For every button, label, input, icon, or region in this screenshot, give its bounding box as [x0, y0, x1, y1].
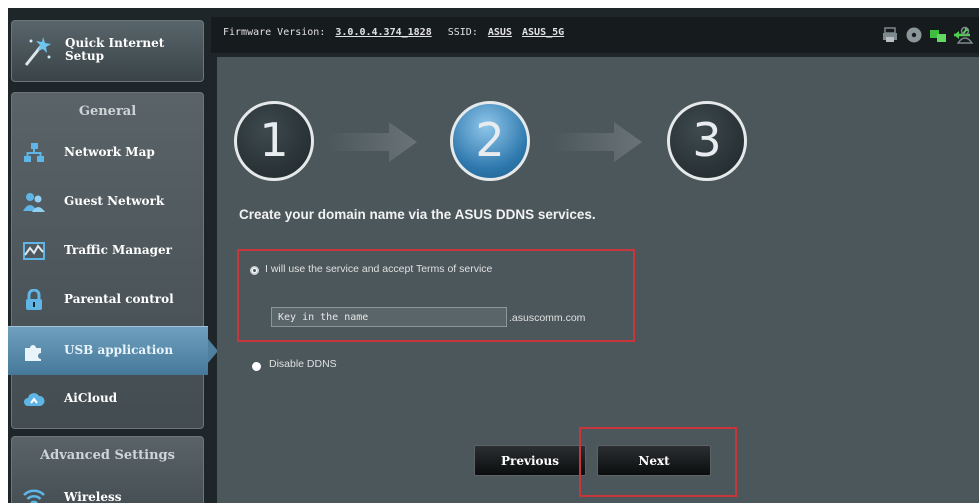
accept-service-label[interactable]: I will use the service and accept Terms …	[265, 263, 492, 275]
sidebar-item-label: AiCloud	[64, 391, 118, 405]
firmware-version-link[interactable]: 3.0.0.4.374_1828	[335, 27, 431, 38]
ssid-5g-link[interactable]: ASUS_5G	[522, 27, 564, 38]
printer-icon[interactable]	[881, 26, 899, 44]
general-section-header: General	[78, 104, 137, 119]
firmware-label: Firmware Version:	[223, 27, 326, 38]
firmware-ssid-info: Firmware Version: 3.0.0.4.374_1828 SSID:…	[223, 27, 564, 38]
step-arrow-icon	[327, 122, 417, 162]
sidebar-item-guest-network[interactable]: Guest Network	[8, 178, 208, 227]
user-account-icon[interactable]	[957, 26, 973, 44]
disable-ddns-radio[interactable]	[252, 362, 261, 371]
disable-ddns-label[interactable]: Disable DDNS	[269, 358, 337, 370]
step-2-indicator-active: 2	[450, 101, 530, 181]
guest-network-icon	[23, 193, 45, 212]
top-status-bar: Firmware Version: 3.0.0.4.374_1828 SSID:…	[211, 17, 979, 53]
sidebar-item-aicloud[interactable]: AiCloud	[8, 375, 208, 424]
quick-setup-label-line2: Setup	[65, 49, 104, 63]
accept-service-radio[interactable]	[250, 266, 259, 275]
ddns-hostname-input[interactable]	[271, 307, 507, 327]
domain-suffix: .asuscomm.com	[509, 312, 586, 324]
sidebar-item-label: Traffic Manager	[64, 243, 172, 257]
step-arrow-icon	[552, 122, 642, 162]
ssid-2g-link[interactable]: ASUS	[488, 27, 512, 38]
puzzle-icon	[25, 345, 41, 361]
network-status-icon[interactable]	[929, 26, 947, 44]
ddns-wizard-panel: 1 2 3 Create your domain name via the AS…	[217, 57, 979, 503]
previous-button[interactable]: Previous	[474, 445, 586, 476]
router-admin-window: Quick Internet Setup General Network Map…	[8, 8, 979, 503]
ssid-label: SSID:	[447, 27, 478, 38]
sidebar-item-label: Guest Network	[64, 194, 165, 208]
cloud-icon	[24, 393, 45, 406]
quick-internet-setup-button[interactable]: Quick Internet Setup	[11, 20, 204, 82]
sidebar-item-label: Wireless	[64, 490, 122, 503]
sidebar-item-parental-control[interactable]: Parental control	[8, 276, 208, 325]
magic-wand-icon	[24, 37, 51, 66]
step-3-indicator: 3	[667, 101, 747, 181]
lock-icon	[26, 289, 42, 310]
sidebar-item-label: USB application	[64, 343, 174, 357]
sidebar-item-usb-application[interactable]: USB application	[8, 326, 208, 375]
highlight-box-next-button	[579, 427, 737, 497]
sidebar: Quick Internet Setup General Network Map…	[8, 8, 218, 503]
sidebar-item-traffic-manager[interactable]: Traffic Manager	[8, 227, 208, 276]
wifi-icon	[23, 489, 45, 503]
step-1-indicator: 1	[234, 101, 314, 181]
sidebar-item-network-map[interactable]: Network Map	[8, 129, 208, 178]
disc-icon[interactable]	[905, 26, 923, 44]
wizard-heading: Create your domain name via the ASUS DDN…	[239, 207, 596, 222]
sidebar-item-wireless[interactable]: Wireless	[8, 474, 208, 503]
advanced-settings-header: Advanced Settings	[40, 448, 175, 463]
traffic-manager-icon	[23, 242, 45, 260]
sidebar-item-label: Parental control	[64, 292, 174, 306]
sidebar-item-label: Network Map	[64, 145, 155, 159]
network-map-icon	[24, 143, 44, 162]
